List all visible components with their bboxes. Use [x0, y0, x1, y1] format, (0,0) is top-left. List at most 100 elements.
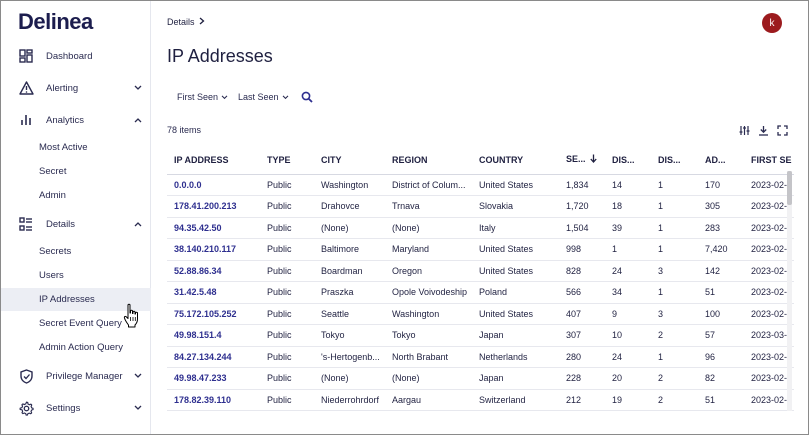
table-cell: Tokyo — [385, 324, 472, 347]
table-cell: 18 — [605, 195, 651, 218]
table-row[interactable]: 178.82.39.110 Public Niederrohrdorf Aargau S… — [167, 389, 794, 411]
sidebar-item-label: Alerting — [46, 82, 79, 94]
sidebar-item-analytics[interactable]: Analytics — [1, 108, 151, 132]
table-cell: United States — [472, 238, 559, 261]
table-cell: 280 — [559, 346, 605, 368]
ip-address-link[interactable]: 75.172.105.252 — [167, 303, 260, 325]
sidebar-subitem-label: Secrets — [39, 245, 72, 257]
table-row[interactable]: 84.27.134.244 Public's-Hertogenb... North … — [167, 346, 794, 368]
sidebar-item-dashboard[interactable]: Dashboard — [1, 44, 151, 68]
avatar[interactable]: k — [762, 13, 782, 33]
table-cell: (None) — [314, 217, 385, 239]
table-cell: Praszka — [314, 281, 385, 304]
table-cell: United States — [472, 303, 559, 325]
table-cell: 24 — [605, 260, 651, 282]
first-seen-filter[interactable]: First Seen — [177, 92, 228, 102]
chevron-down-icon — [133, 403, 143, 413]
table-cell: Public — [260, 238, 314, 261]
sidebar-subitem-label: Admin Action Query — [39, 341, 123, 353]
column-header-ip-address[interactable]: IP ADDRESS — [167, 146, 260, 175]
table-cell: Poland — [472, 281, 559, 304]
column-header-country[interactable]: COUNTRY — [472, 146, 559, 175]
sidebar-item-alerting[interactable]: Alerting — [1, 76, 151, 100]
table-cell: Public — [260, 303, 314, 325]
sidebar-item-settings[interactable]: Settings — [1, 396, 151, 420]
sidebar-subitem-users[interactable]: Users — [1, 265, 151, 285]
table-cell: United States — [472, 260, 559, 282]
table-cell: Washington — [314, 174, 385, 196]
table-cell: 20 — [605, 367, 651, 390]
table-row[interactable]: 178.41.200.213 Public Drahovce Trnava Slovak… — [167, 195, 794, 218]
table-cell: Maryland — [385, 238, 472, 261]
sidebar-subitem-admin[interactable]: Admin — [1, 185, 151, 205]
ip-address-link[interactable]: 49.98.151.4 — [167, 324, 260, 347]
breadcrumb: Details — [167, 17, 205, 27]
breadcrumb-item-details[interactable]: Details — [167, 17, 195, 27]
ip-address-link[interactable]: 94.35.42.50 — [167, 217, 260, 239]
table-cell: 1,504 — [559, 217, 605, 239]
table-cell: Italy — [472, 217, 559, 239]
ip-address-link[interactable]: 0.0.0.0 — [167, 174, 260, 196]
chevron-down-icon — [282, 92, 289, 102]
column-header-ad[interactable]: AD... — [698, 146, 744, 175]
table-cell: United States — [472, 174, 559, 196]
warning-icon — [18, 80, 34, 96]
table-cell: Public — [260, 389, 314, 411]
table-cell: Netherlands — [472, 346, 559, 368]
last-seen-filter[interactable]: Last Seen — [238, 92, 289, 102]
table-row[interactable]: 52.88.86.34 Public Boardman Oregon United St… — [167, 260, 794, 282]
search-icon[interactable] — [301, 91, 313, 103]
table-row[interactable]: 75.172.105.252 Public Seattle Washington Uni… — [167, 303, 794, 325]
table-cell: Public — [260, 217, 314, 239]
table-cell: 2 — [651, 324, 698, 347]
table-row[interactable]: 0.0.0.0 Public Washington District of Colum… — [167, 174, 794, 196]
table-row[interactable]: 31.42.5.48 Public Praszka Opole Voivodeship… — [167, 281, 794, 304]
table-cell: Trnava — [385, 195, 472, 218]
table-toolbar — [739, 125, 788, 136]
sidebar-subitem-admin-action-query[interactable]: Admin Action Query — [1, 337, 151, 357]
sidebar-item-details[interactable]: Details — [1, 212, 151, 236]
table-row[interactable]: 49.98.47.233 Public (None) (None) Japan 228 20… — [167, 367, 794, 390]
table-cell: 170 — [698, 174, 744, 196]
column-header-city[interactable]: CITY — [314, 146, 385, 175]
ip-address-link[interactable]: 31.42.5.48 — [167, 281, 260, 304]
ip-address-link[interactable]: 178.82.39.110 — [167, 389, 260, 411]
item-count: 78 items — [167, 125, 202, 135]
shield-icon — [18, 368, 34, 384]
table-cell: Public — [260, 324, 314, 347]
table-cell: 1,834 — [559, 174, 605, 196]
sidebar-subitem-most-active[interactable]: Most Active — [1, 137, 151, 157]
table-cell: (None) — [314, 367, 385, 390]
sidebar-subitem-label: Most Active — [39, 141, 88, 153]
table-row[interactable]: 38.140.210.117 Public Baltimore Maryland Uni… — [167, 238, 794, 261]
table-cell: 228 — [559, 367, 605, 390]
column-header-first-seen[interactable]: FIRST SE — [744, 146, 794, 175]
table-row[interactable]: 49.98.151.4 Public Tokyo Tokyo Japan 307 10 2 57… — [167, 324, 794, 347]
column-header-dis-2[interactable]: DIS... — [651, 146, 698, 175]
sidebar-subitem-label: Users — [39, 269, 64, 281]
table-scrollbar[interactable] — [787, 171, 792, 411]
ip-address-link[interactable]: 38.140.210.117 — [167, 238, 260, 261]
scrollbar-thumb[interactable] — [787, 171, 792, 205]
sidebar-item-label: Dashboard — [46, 50, 93, 62]
ip-address-link[interactable]: 49.98.47.233 — [167, 367, 260, 390]
ip-address-link[interactable]: 178.41.200.213 — [167, 195, 260, 218]
sidebar-subitem-secret[interactable]: Secret — [1, 161, 151, 181]
fullscreen-icon[interactable] — [777, 125, 788, 136]
table-cell: 2 — [651, 389, 698, 411]
table-cell: 96 — [698, 346, 744, 368]
ip-address-link[interactable]: 84.27.134.244 — [167, 346, 260, 368]
sidebar-item-privilege-manager[interactable]: Privilege Manager — [1, 364, 151, 388]
table-cell: 407 — [559, 303, 605, 325]
column-header-dis-1[interactable]: DIS... — [605, 146, 651, 175]
column-header-secrets[interactable]: SE... — [559, 146, 605, 175]
column-settings-icon[interactable] — [739, 125, 750, 136]
table-cell: 1 — [651, 195, 698, 218]
download-icon[interactable] — [758, 125, 769, 136]
column-header-type[interactable]: TYPE — [260, 146, 314, 175]
sidebar-subitem-secrets[interactable]: Secrets — [1, 241, 151, 261]
ip-address-link[interactable]: 52.88.86.34 — [167, 260, 260, 282]
column-header-region[interactable]: REGION — [385, 146, 472, 175]
table-cell: Aargau — [385, 389, 472, 411]
table-row[interactable]: 94.35.42.50 Public (None) (None) Italy 1,504 3… — [167, 217, 794, 239]
